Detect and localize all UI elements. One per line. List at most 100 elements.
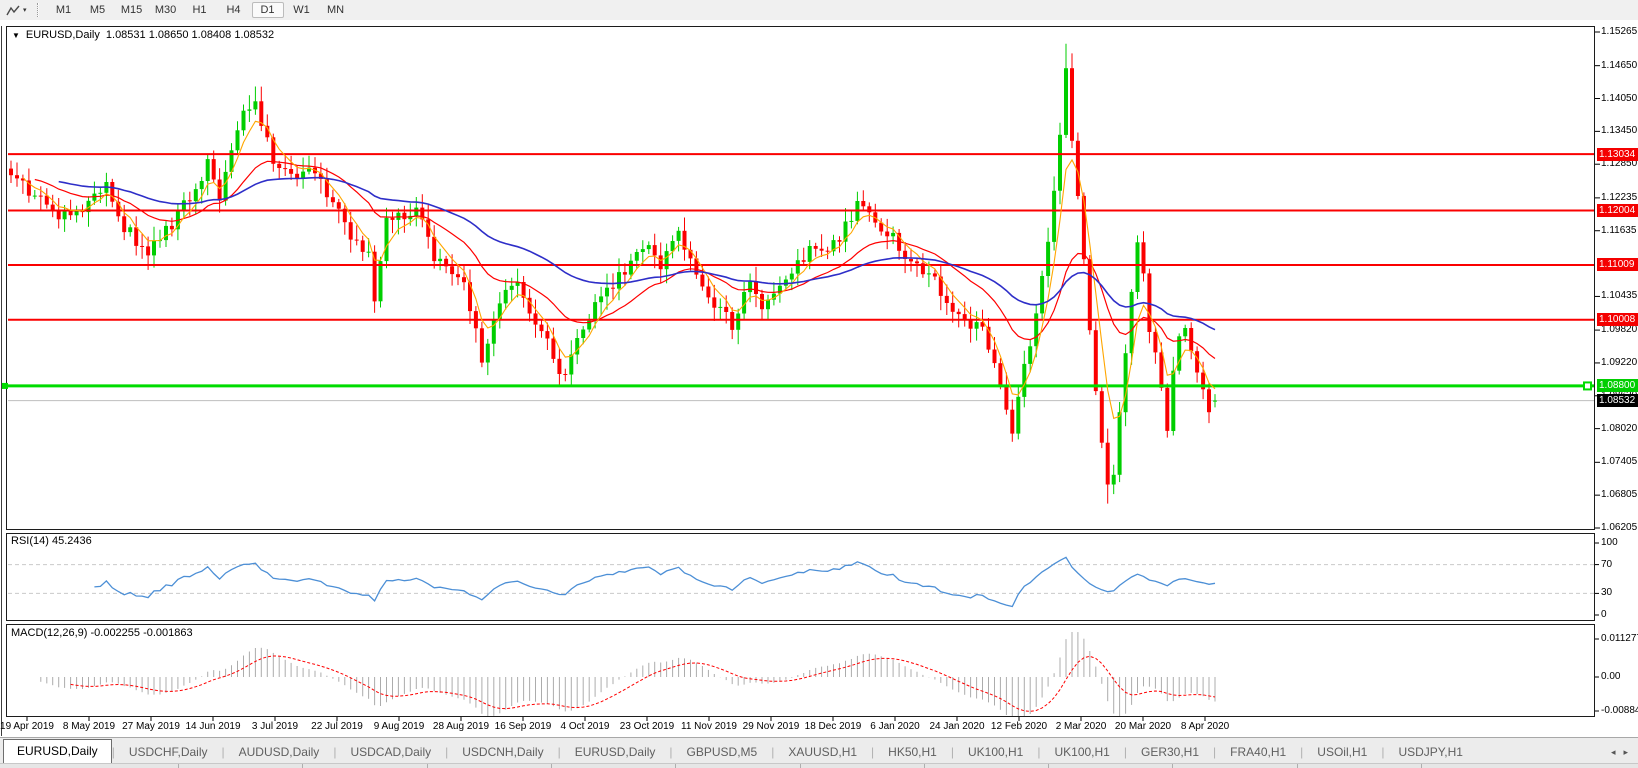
- macd-panel[interactable]: [6, 624, 1595, 717]
- tab-usdjpy-h1[interactable]: USDJPY,H1: [1384, 741, 1476, 764]
- status-pane-divider: [1048, 764, 1049, 768]
- rsi-indicator-label: RSI(14) 45.2436: [11, 535, 92, 547]
- tab-usdchf-daily[interactable]: USDCHF,Daily: [115, 741, 222, 764]
- tabs-scroll-left-icon[interactable]: ◂: [1611, 747, 1616, 758]
- price-axis-label: 1.11635: [1601, 225, 1636, 236]
- date-axis-label: 6 Jan 2020: [870, 721, 920, 732]
- status-strip: [0, 763, 1638, 768]
- status-pane-divider: [178, 764, 179, 768]
- resistance-price-tag: 1.10008: [1597, 313, 1638, 326]
- timeframe-button-m1[interactable]: M1: [48, 2, 80, 18]
- price-axis-label: 1.13450: [1601, 125, 1637, 136]
- tab-hk50-h1[interactable]: HK50,H1: [874, 741, 951, 764]
- price-axis-label: 1.07405: [1601, 456, 1637, 467]
- price-axis-label: 1.15265: [1601, 26, 1637, 37]
- tab-eurusd-daily[interactable]: EURUSD,Daily: [561, 741, 670, 764]
- timeframe-button-m15[interactable]: M15: [116, 2, 148, 18]
- tab-ger30-h1[interactable]: GER30,H1: [1127, 741, 1213, 764]
- chart-symbol-label: EURUSD,Daily: [26, 29, 100, 41]
- timeframe-button-m5[interactable]: M5: [82, 2, 114, 18]
- macd-values: -0.002255 -0.001863: [90, 627, 192, 639]
- tab-xauusd-h1[interactable]: XAUUSD,H1: [774, 741, 871, 764]
- price-axis-label: 1.10435: [1601, 290, 1637, 301]
- date-axis-label: 22 Jul 2019: [311, 721, 363, 732]
- date-axis-label: 4 Oct 2019: [561, 721, 610, 732]
- date-axis-label: 23 Oct 2019: [620, 721, 674, 732]
- chart-window: ▼ EURUSD,Daily 1.08531 1.08650 1.08408 1…: [0, 20, 1638, 737]
- status-pane-divider: [427, 764, 428, 768]
- timeframe-button-h1[interactable]: H1: [184, 2, 216, 18]
- timeframe-button-h4[interactable]: H4: [218, 2, 250, 18]
- timeframe-button-w1[interactable]: W1: [286, 2, 318, 18]
- status-pane-divider: [1172, 764, 1173, 768]
- tab-scroll-controls: ◂ ▸: [1611, 747, 1628, 758]
- chart-ohlc-values: 1.08531 1.08650 1.08408 1.08532: [106, 29, 274, 41]
- rsi-axis-label: 30: [1601, 587, 1612, 598]
- macd-axis-label: 0.00: [1601, 671, 1620, 682]
- dropdown-caret-icon: ▾: [23, 6, 27, 14]
- date-axis-label: 9 Aug 2019: [374, 721, 425, 732]
- mt4-terminal: ▾ M1M5M15M30H1H4D1W1MN ▼ EURUSD,Daily 1.…: [0, 0, 1638, 768]
- status-pane-divider: [675, 764, 676, 768]
- tab-eurusd-daily[interactable]: EURUSD,Daily: [3, 739, 112, 764]
- status-pane-divider: [924, 764, 925, 768]
- tab-usoil-h1[interactable]: USOil,H1: [1303, 741, 1381, 764]
- current-price-tag: 1.08532: [1597, 394, 1638, 407]
- timeframe-buttons: M1M5M15M30H1H4D1W1MN: [47, 2, 353, 18]
- date-axis-label: 24 Jan 2020: [929, 721, 984, 732]
- price-axis-label: 1.09820: [1601, 324, 1637, 335]
- date-axis-label: 28 Aug 2019: [433, 721, 489, 732]
- date-axis-label: 3 Jul 2019: [252, 721, 298, 732]
- toolbar-separator: [37, 3, 39, 17]
- timeframe-button-mn[interactable]: MN: [320, 2, 352, 18]
- timeframe-button-m30[interactable]: M30: [150, 2, 182, 18]
- macd-name: MACD(12,26,9): [11, 627, 87, 639]
- status-pane-divider: [1421, 764, 1422, 768]
- resistance-price-tag: 1.11009: [1597, 258, 1638, 271]
- tab-usdcad-daily[interactable]: USDCAD,Daily: [336, 741, 445, 764]
- resistance-price-tag: 1.12004: [1597, 204, 1638, 217]
- date-axis-label: 11 Nov 2019: [681, 721, 737, 732]
- tab-gbpusd-m5[interactable]: GBPUSD,M5: [673, 741, 772, 764]
- date-axis-label: 16 Sep 2019: [495, 721, 552, 732]
- status-pane-divider: [302, 764, 303, 768]
- chart-tab-bar: EURUSD,Daily|USDCHF,Daily|AUDUSD,Daily|U…: [0, 737, 1638, 764]
- tab-uk100-h1[interactable]: UK100,H1: [954, 741, 1037, 764]
- timeframe-toolbar: ▾ M1M5M15M30H1H4D1W1MN: [0, 0, 1638, 21]
- date-axis-label: 2 Mar 2020: [1056, 721, 1107, 732]
- tab-audusd-daily[interactable]: AUDUSD,Daily: [225, 741, 334, 764]
- price-axis-label: 1.08020: [1601, 423, 1637, 434]
- rsi-value: 45.2436: [52, 535, 92, 547]
- macd-axis-label: 0.011277: [1601, 633, 1638, 644]
- price-axis-label: 1.12235: [1601, 192, 1637, 203]
- date-axis-label: 19 Apr 2019: [0, 721, 54, 732]
- rsi-axis-label: 0: [1601, 609, 1607, 620]
- resistance-price-tag: 1.13034: [1597, 148, 1638, 161]
- price-axis-label: 1.14050: [1601, 93, 1637, 104]
- timeframe-button-d1[interactable]: D1: [252, 2, 284, 18]
- macd-axis-label: -0.008845: [1601, 705, 1638, 716]
- rsi-name: RSI(14): [11, 535, 49, 547]
- support-price-tag: 1.08800: [1597, 379, 1638, 392]
- price-axis-label: 1.06205: [1601, 522, 1637, 533]
- chart-dropdown-icon[interactable]: ▼: [12, 31, 20, 40]
- status-pane-divider: [1297, 764, 1298, 768]
- date-axis-label: 18 Dec 2019: [805, 721, 862, 732]
- price-axis-label: 1.12850: [1601, 158, 1637, 169]
- tab-fra40-h1[interactable]: FRA40,H1: [1216, 741, 1300, 764]
- price-chart-panel[interactable]: [6, 26, 1595, 530]
- date-axis-label: 29 Nov 2019: [743, 721, 800, 732]
- tabs-scroll-right-icon[interactable]: ▸: [1623, 747, 1628, 758]
- date-axis-label: 27 May 2019: [122, 721, 180, 732]
- price-axis-label: 1.09220: [1601, 357, 1637, 368]
- zigzag-chart-icon[interactable]: ▾: [6, 4, 27, 17]
- tab-usdcnh-daily[interactable]: USDCNH,Daily: [448, 741, 557, 764]
- date-axis-label: 12 Feb 2020: [991, 721, 1047, 732]
- rsi-panel[interactable]: [6, 533, 1595, 621]
- date-axis-label: 8 May 2019: [63, 721, 115, 732]
- status-pane-divider: [551, 764, 552, 768]
- chart-title: ▼ EURUSD,Daily 1.08531 1.08650 1.08408 1…: [12, 29, 274, 41]
- price-axis-label: 1.06805: [1601, 489, 1637, 500]
- date-axis-label: 20 Mar 2020: [1115, 721, 1171, 732]
- tab-uk100-h1[interactable]: UK100,H1: [1040, 741, 1123, 764]
